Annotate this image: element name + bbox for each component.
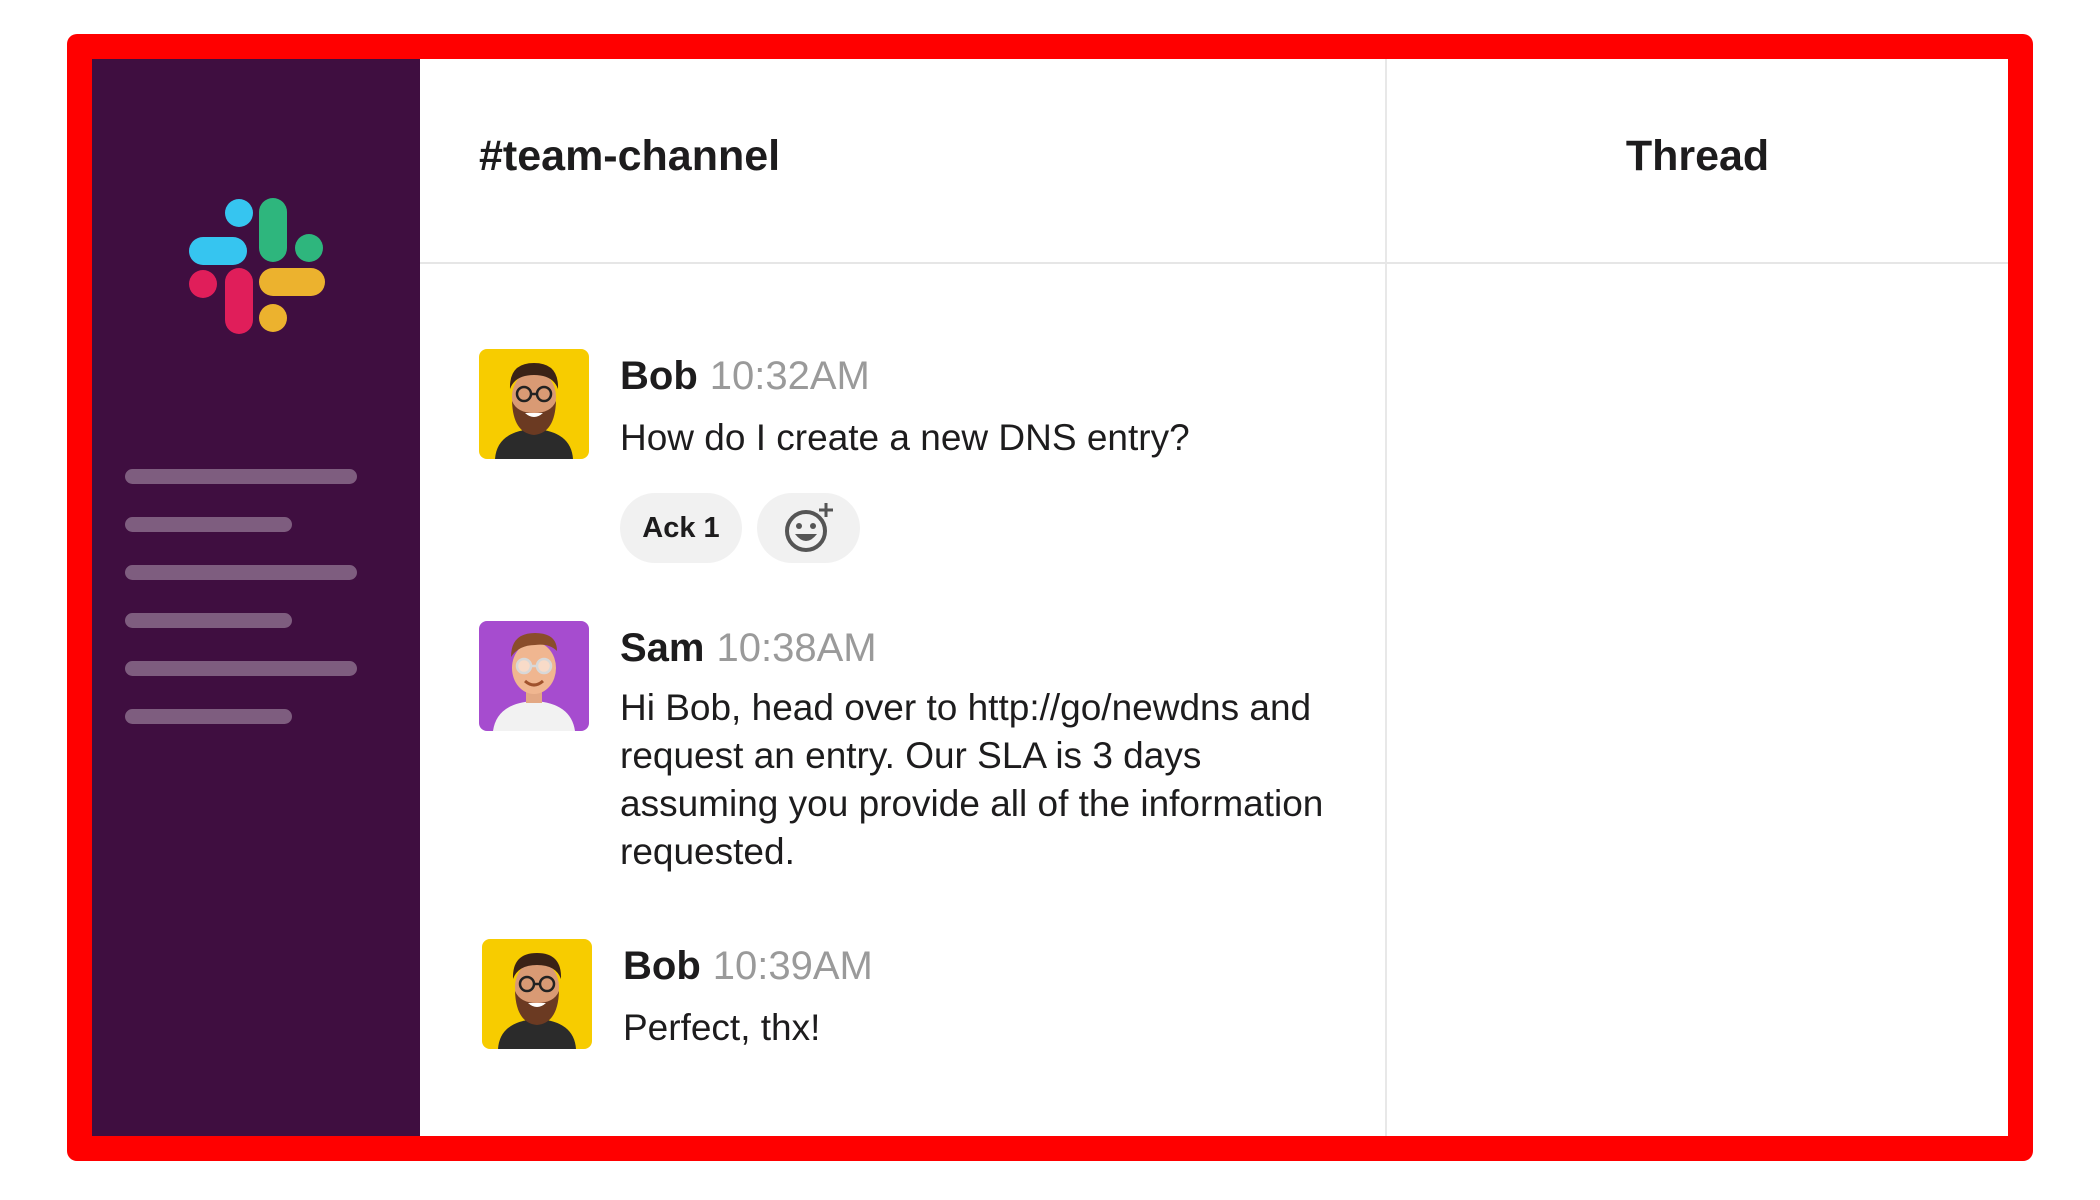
logo-dot-yellow (259, 304, 287, 332)
message-text: Hi Bob, head over to http://go/newdns an… (620, 687, 1324, 872)
channel-title: #team-channel (479, 132, 781, 180)
thread-title: Thread (1625, 132, 1770, 180)
sidebar-item-placeholder[interactable] (125, 661, 357, 676)
thread-pane: Thread (1385, 59, 2008, 1136)
sam-avatar-icon[interactable] (479, 621, 589, 731)
message-author[interactable]: Sam (620, 626, 705, 670)
message-timestamp[interactable]: 10:38AM (717, 626, 877, 670)
sidebar-item-placeholder[interactable] (125, 565, 357, 580)
bob-avatar-icon[interactable] (482, 939, 592, 1049)
bob-avatar-icon[interactable] (479, 349, 589, 459)
reaction-ack-button[interactable]: Ack 1 (620, 493, 742, 563)
add-reaction-icon (784, 503, 833, 552)
logo-dot-blue (225, 199, 253, 227)
message-text: How do I create a new DNS entry? (620, 417, 1190, 458)
message-author[interactable]: Bob (623, 944, 701, 988)
sidebar-item-placeholder[interactable] (125, 613, 292, 628)
channel-pane: #team-channel Bob 10:32AM How do I create… (420, 59, 1385, 1136)
add-reaction-button[interactable] (757, 493, 860, 563)
logo-dot-green (295, 234, 323, 262)
logo-bar-yellow (259, 268, 325, 296)
sidebar-item-placeholder[interactable] (125, 517, 292, 532)
message-header: Bob 10:32AM (620, 354, 870, 399)
sidebar-item-placeholder[interactable] (125, 469, 357, 484)
message-timestamp[interactable]: 10:39AM (713, 944, 873, 988)
logo-bar-red (225, 268, 253, 334)
app-window-frame: #team-channel Bob 10:32AM How do I create… (67, 34, 2033, 1161)
logo-bar-green (259, 198, 287, 262)
message-text: Perfect, thx! (623, 1007, 821, 1048)
message-header: Sam 10:38AM (620, 626, 877, 671)
message-author[interactable]: Bob (620, 354, 698, 398)
logo-bar-blue (189, 237, 247, 265)
logo-dot-red (189, 270, 217, 298)
sidebar (92, 59, 420, 1136)
header-divider (420, 262, 2008, 264)
message-header: Bob 10:39AM (623, 944, 873, 989)
message-timestamp[interactable]: 10:32AM (710, 354, 870, 398)
slack-logo-icon[interactable] (187, 196, 327, 336)
sidebar-item-placeholder[interactable] (125, 709, 292, 724)
